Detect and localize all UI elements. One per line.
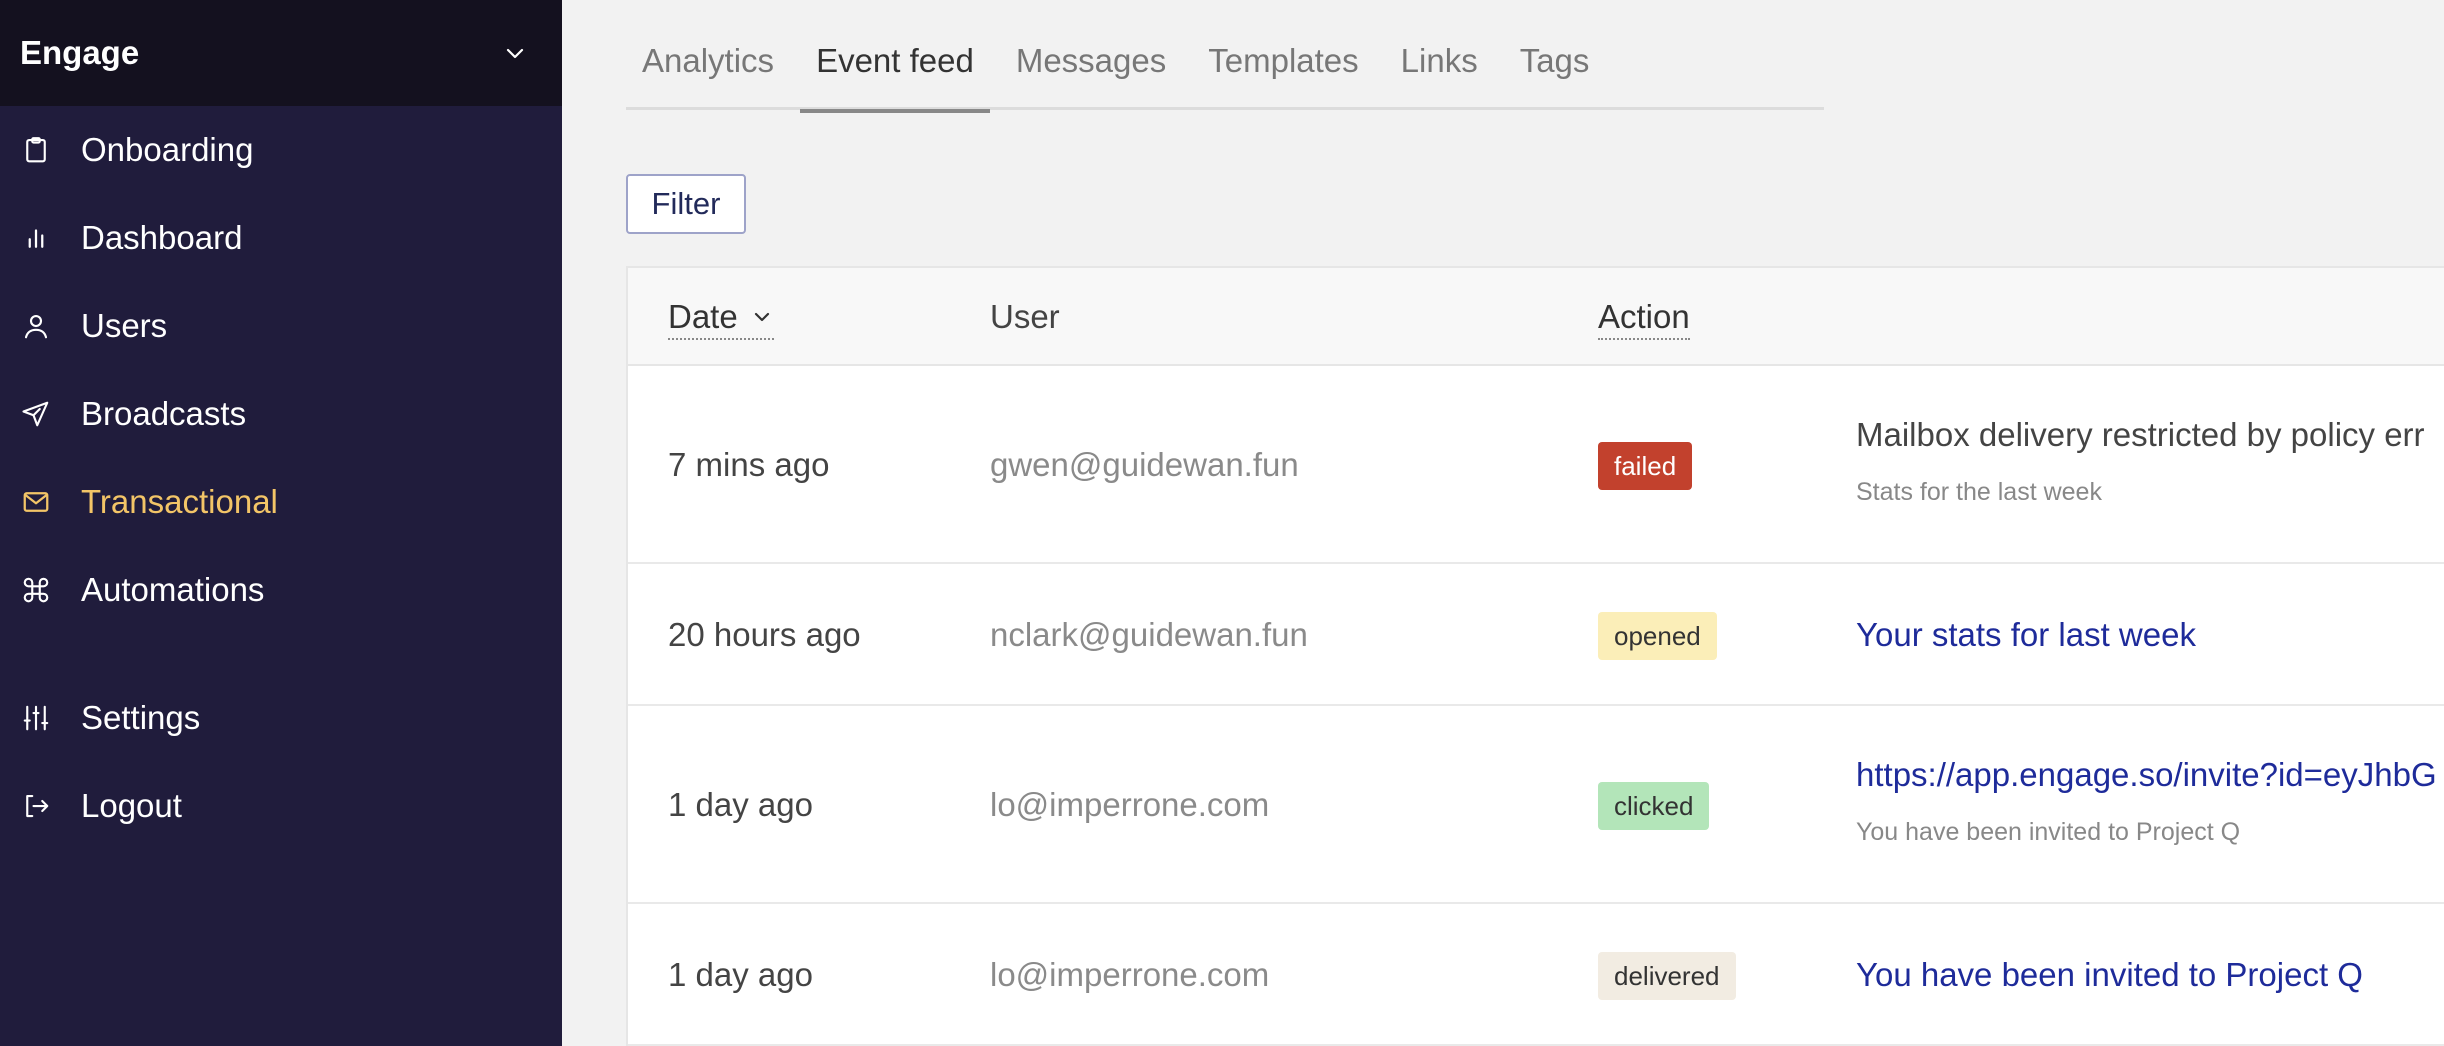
event-user: gwen@guidewan.fun bbox=[990, 446, 1299, 483]
logout-icon bbox=[20, 790, 52, 822]
status-badge: delivered bbox=[1598, 952, 1736, 1000]
user-icon bbox=[20, 310, 52, 342]
sidebar-item-label: Logout bbox=[81, 787, 182, 824]
sliders-icon bbox=[20, 702, 52, 734]
action-column-header[interactable]: Action bbox=[1598, 298, 1690, 340]
message-subtitle: You have been invited to Project Q bbox=[1856, 818, 2241, 846]
tab-templates[interactable]: Templates bbox=[1192, 36, 1374, 110]
date-header-label: Date bbox=[668, 298, 738, 335]
user-column-header: User bbox=[990, 298, 1060, 335]
bar-chart-icon bbox=[20, 222, 52, 254]
message-title: Mailbox delivery restricted by policy er… bbox=[1856, 416, 2425, 453]
sidebar-item-transactional[interactable]: Transactional bbox=[0, 462, 562, 542]
sidebar-item-label: Dashboard bbox=[81, 219, 243, 256]
sidebar-item-settings[interactable]: Settings bbox=[0, 678, 562, 758]
message-link[interactable]: Your stats for last week bbox=[1856, 616, 2196, 654]
filter-button[interactable]: Filter bbox=[626, 174, 746, 234]
tab-bar: Analytics Event feed Messages Templates … bbox=[626, 36, 1824, 113]
chevron-down-icon[interactable] bbox=[502, 40, 528, 66]
status-badge: failed bbox=[1598, 442, 1693, 490]
tab-messages[interactable]: Messages bbox=[1000, 36, 1182, 110]
clipboard-icon bbox=[20, 134, 52, 166]
tab-links[interactable]: Links bbox=[1385, 36, 1494, 110]
sidebar-item-automations[interactable]: Automations bbox=[0, 550, 562, 630]
sidebar: Engage Onboarding Dashboard Users Broadc… bbox=[0, 0, 562, 1046]
table-row[interactable]: 20 hours ago nclark@guidewan.fun opened … bbox=[628, 564, 2444, 706]
sidebar-item-label: Broadcasts bbox=[81, 395, 247, 432]
sidebar-item-label: Settings bbox=[81, 699, 201, 736]
message-link[interactable]: https://app.engage.so/invite?id=eyJhbG bbox=[1856, 756, 2437, 794]
sidebar-item-users[interactable]: Users bbox=[0, 286, 562, 366]
event-table: Date User Action 7 mins ago gwen@guidewa… bbox=[626, 266, 2444, 1046]
event-date: 7 mins ago bbox=[668, 446, 830, 483]
message-subtitle: Stats for the last week bbox=[1856, 478, 2102, 506]
command-icon bbox=[20, 574, 52, 606]
sidebar-item-label: Automations bbox=[81, 571, 265, 608]
status-badge: opened bbox=[1598, 612, 1717, 660]
send-icon bbox=[20, 398, 52, 430]
sidebar-item-logout[interactable]: Logout bbox=[0, 766, 562, 846]
table-row[interactable]: 7 mins ago gwen@guidewan.fun failed Mail… bbox=[628, 366, 2444, 564]
event-date: 1 day ago bbox=[668, 956, 813, 993]
tab-analytics[interactable]: Analytics bbox=[626, 36, 790, 110]
mail-icon bbox=[20, 486, 52, 518]
sidebar-item-broadcasts[interactable]: Broadcasts bbox=[0, 374, 562, 454]
sidebar-item-label: Onboarding bbox=[81, 131, 254, 168]
sidebar-item-label: Users bbox=[81, 307, 168, 344]
tab-event-feed[interactable]: Event feed bbox=[800, 36, 990, 113]
event-user: lo@imperrone.com bbox=[990, 786, 1270, 823]
brand-header[interactable]: Engage bbox=[0, 0, 562, 106]
chevron-down-icon bbox=[750, 305, 774, 329]
table-row[interactable]: 1 day ago lo@imperrone.com clicked https… bbox=[628, 706, 2444, 904]
event-user: lo@imperrone.com bbox=[990, 956, 1270, 993]
sidebar-item-label: Transactional bbox=[81, 483, 278, 520]
sidebar-item-onboarding[interactable]: Onboarding bbox=[0, 110, 562, 190]
brand-name: Engage bbox=[20, 34, 140, 71]
event-date: 1 day ago bbox=[668, 786, 813, 823]
sidebar-item-dashboard[interactable]: Dashboard bbox=[0, 198, 562, 278]
event-user: nclark@guidewan.fun bbox=[990, 616, 1308, 653]
table-row[interactable]: 1 day ago lo@imperrone.com delivered You… bbox=[628, 904, 2444, 1046]
message-link[interactable]: You have been invited to Project Q bbox=[1856, 956, 2363, 994]
status-badge: clicked bbox=[1598, 782, 1710, 830]
tab-tags[interactable]: Tags bbox=[1504, 36, 1606, 110]
table-header: Date User Action bbox=[628, 268, 2444, 366]
date-column-header[interactable]: Date bbox=[668, 298, 774, 340]
event-date: 20 hours ago bbox=[668, 616, 861, 653]
